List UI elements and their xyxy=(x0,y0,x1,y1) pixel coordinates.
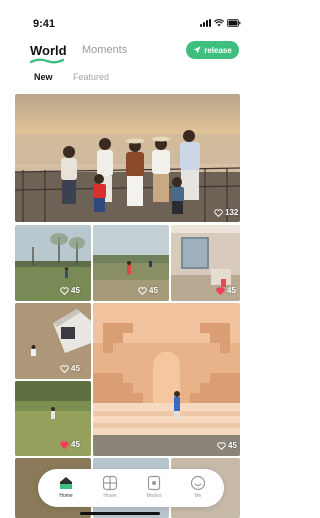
feed-card-family-lake[interactable]: 132 xyxy=(15,94,240,222)
like-count-value: 132 xyxy=(225,208,239,217)
feed-card-lawn-trees[interactable]: 45 xyxy=(15,225,91,301)
nav-me[interactable]: Me xyxy=(183,475,213,499)
heart-icon xyxy=(214,208,223,217)
nav-label: Hover xyxy=(103,493,117,499)
grid-icon xyxy=(102,475,118,491)
stairs-photo xyxy=(93,303,240,456)
like-count-value: 45 xyxy=(227,286,236,295)
feed-card-stair-sculpture[interactable]: 45 xyxy=(93,303,240,456)
like-count[interactable]: 45 xyxy=(60,286,80,295)
photo-feed: 132 45 45 45 45 45 45 xyxy=(0,0,240,518)
feed-card-sandbox-house[interactable]: 45 xyxy=(15,303,91,379)
feed-card-child-field[interactable]: 45 xyxy=(93,225,169,301)
heart-icon xyxy=(216,286,225,295)
family-photo xyxy=(15,94,240,222)
home-icon xyxy=(60,477,72,489)
nav-modes[interactable]: Modes xyxy=(139,475,169,499)
bottom-nav: Home Hover Modes Me xyxy=(38,469,224,507)
like-count[interactable]: 45 xyxy=(217,441,237,450)
like-count-value: 45 xyxy=(71,364,80,373)
like-count[interactable]: 45 xyxy=(60,364,80,373)
like-count-value: 45 xyxy=(228,441,237,450)
smile-icon xyxy=(190,475,206,491)
heart-icon xyxy=(60,286,69,295)
home-indicator xyxy=(80,512,160,515)
heart-icon xyxy=(60,364,69,373)
heart-icon xyxy=(138,286,147,295)
like-count[interactable]: 45 xyxy=(60,440,80,449)
like-count-value: 45 xyxy=(71,286,80,295)
like-count[interactable]: 45 xyxy=(138,286,158,295)
heart-icon xyxy=(217,441,226,450)
nav-hover[interactable]: Hover xyxy=(95,475,125,499)
feed-card-house-patio[interactable]: 45 xyxy=(171,225,240,301)
feed-card-garden-kid[interactable]: 45 xyxy=(15,381,91,456)
nav-label: Me xyxy=(194,493,202,499)
nav-label: Home xyxy=(59,493,73,499)
like-count-value: 45 xyxy=(71,440,80,449)
like-count[interactable]: 132 xyxy=(214,208,238,217)
like-count-value: 45 xyxy=(149,286,158,295)
heart-icon xyxy=(60,440,69,449)
mode-icon xyxy=(147,475,161,491)
nav-label: Modes xyxy=(146,493,162,499)
like-count[interactable]: 45 xyxy=(216,286,236,295)
nav-home[interactable]: Home xyxy=(51,475,81,499)
